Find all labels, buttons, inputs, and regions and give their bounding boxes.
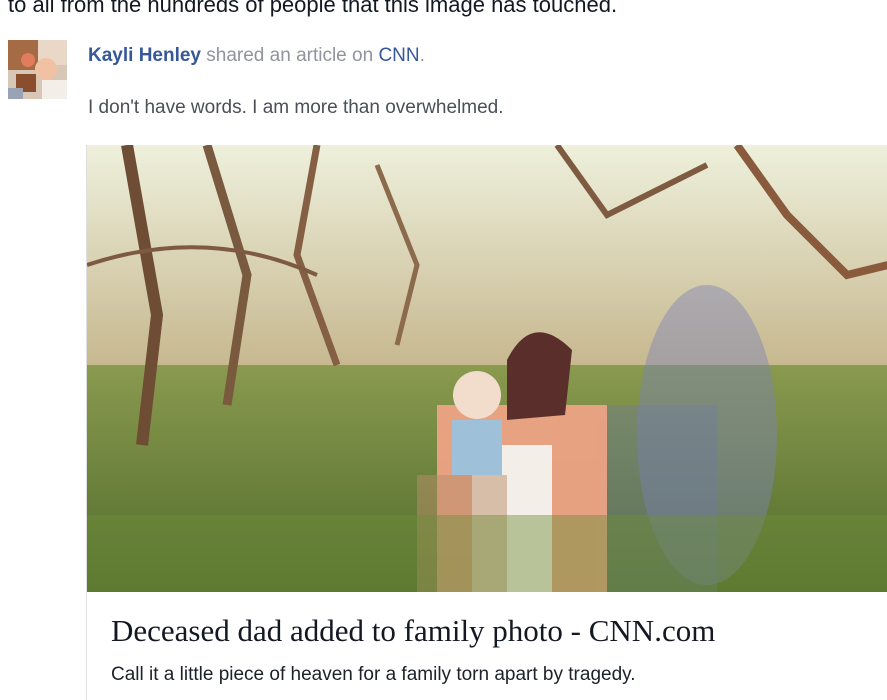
previous-post-text: to all from the hundreds of people that … <box>8 0 618 17</box>
article-description: Call it a little piece of heaven for a f… <box>111 664 636 685</box>
post-header: Kayli Henley shared an article on CNN. <box>88 44 425 68</box>
article-image[interactable] <box>87 145 887 592</box>
article-title[interactable]: Deceased dad added to family photo - CNN… <box>111 613 715 649</box>
share-action-text: shared an article on <box>206 45 374 66</box>
header-period: . <box>419 45 425 66</box>
avatar-photo-icon <box>8 40 67 99</box>
post-message: I don't have words. I am more than overw… <box>88 97 504 118</box>
user-avatar[interactable] <box>8 40 67 99</box>
article-card[interactable]: Deceased dad added to family photo - CNN… <box>86 145 887 700</box>
family-photo-image <box>87 145 887 592</box>
site-link[interactable]: CNN <box>378 45 419 66</box>
author-link[interactable]: Kayli Henley <box>88 45 201 66</box>
